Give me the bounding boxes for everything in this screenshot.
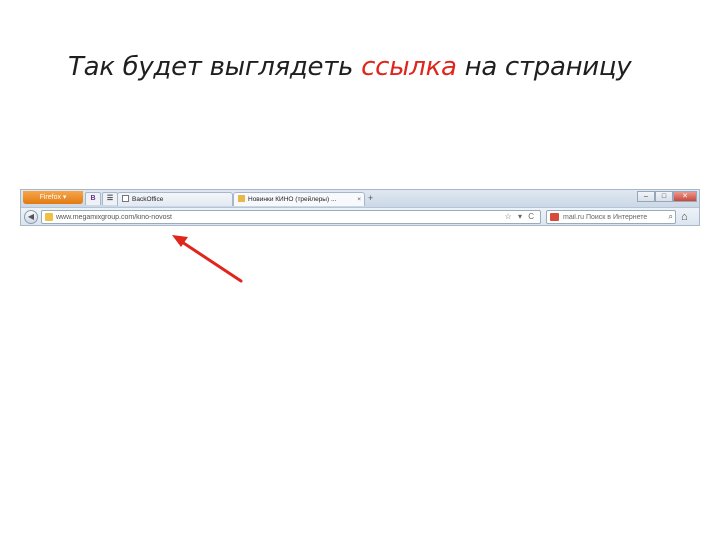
pointer-arrow xyxy=(172,235,243,283)
